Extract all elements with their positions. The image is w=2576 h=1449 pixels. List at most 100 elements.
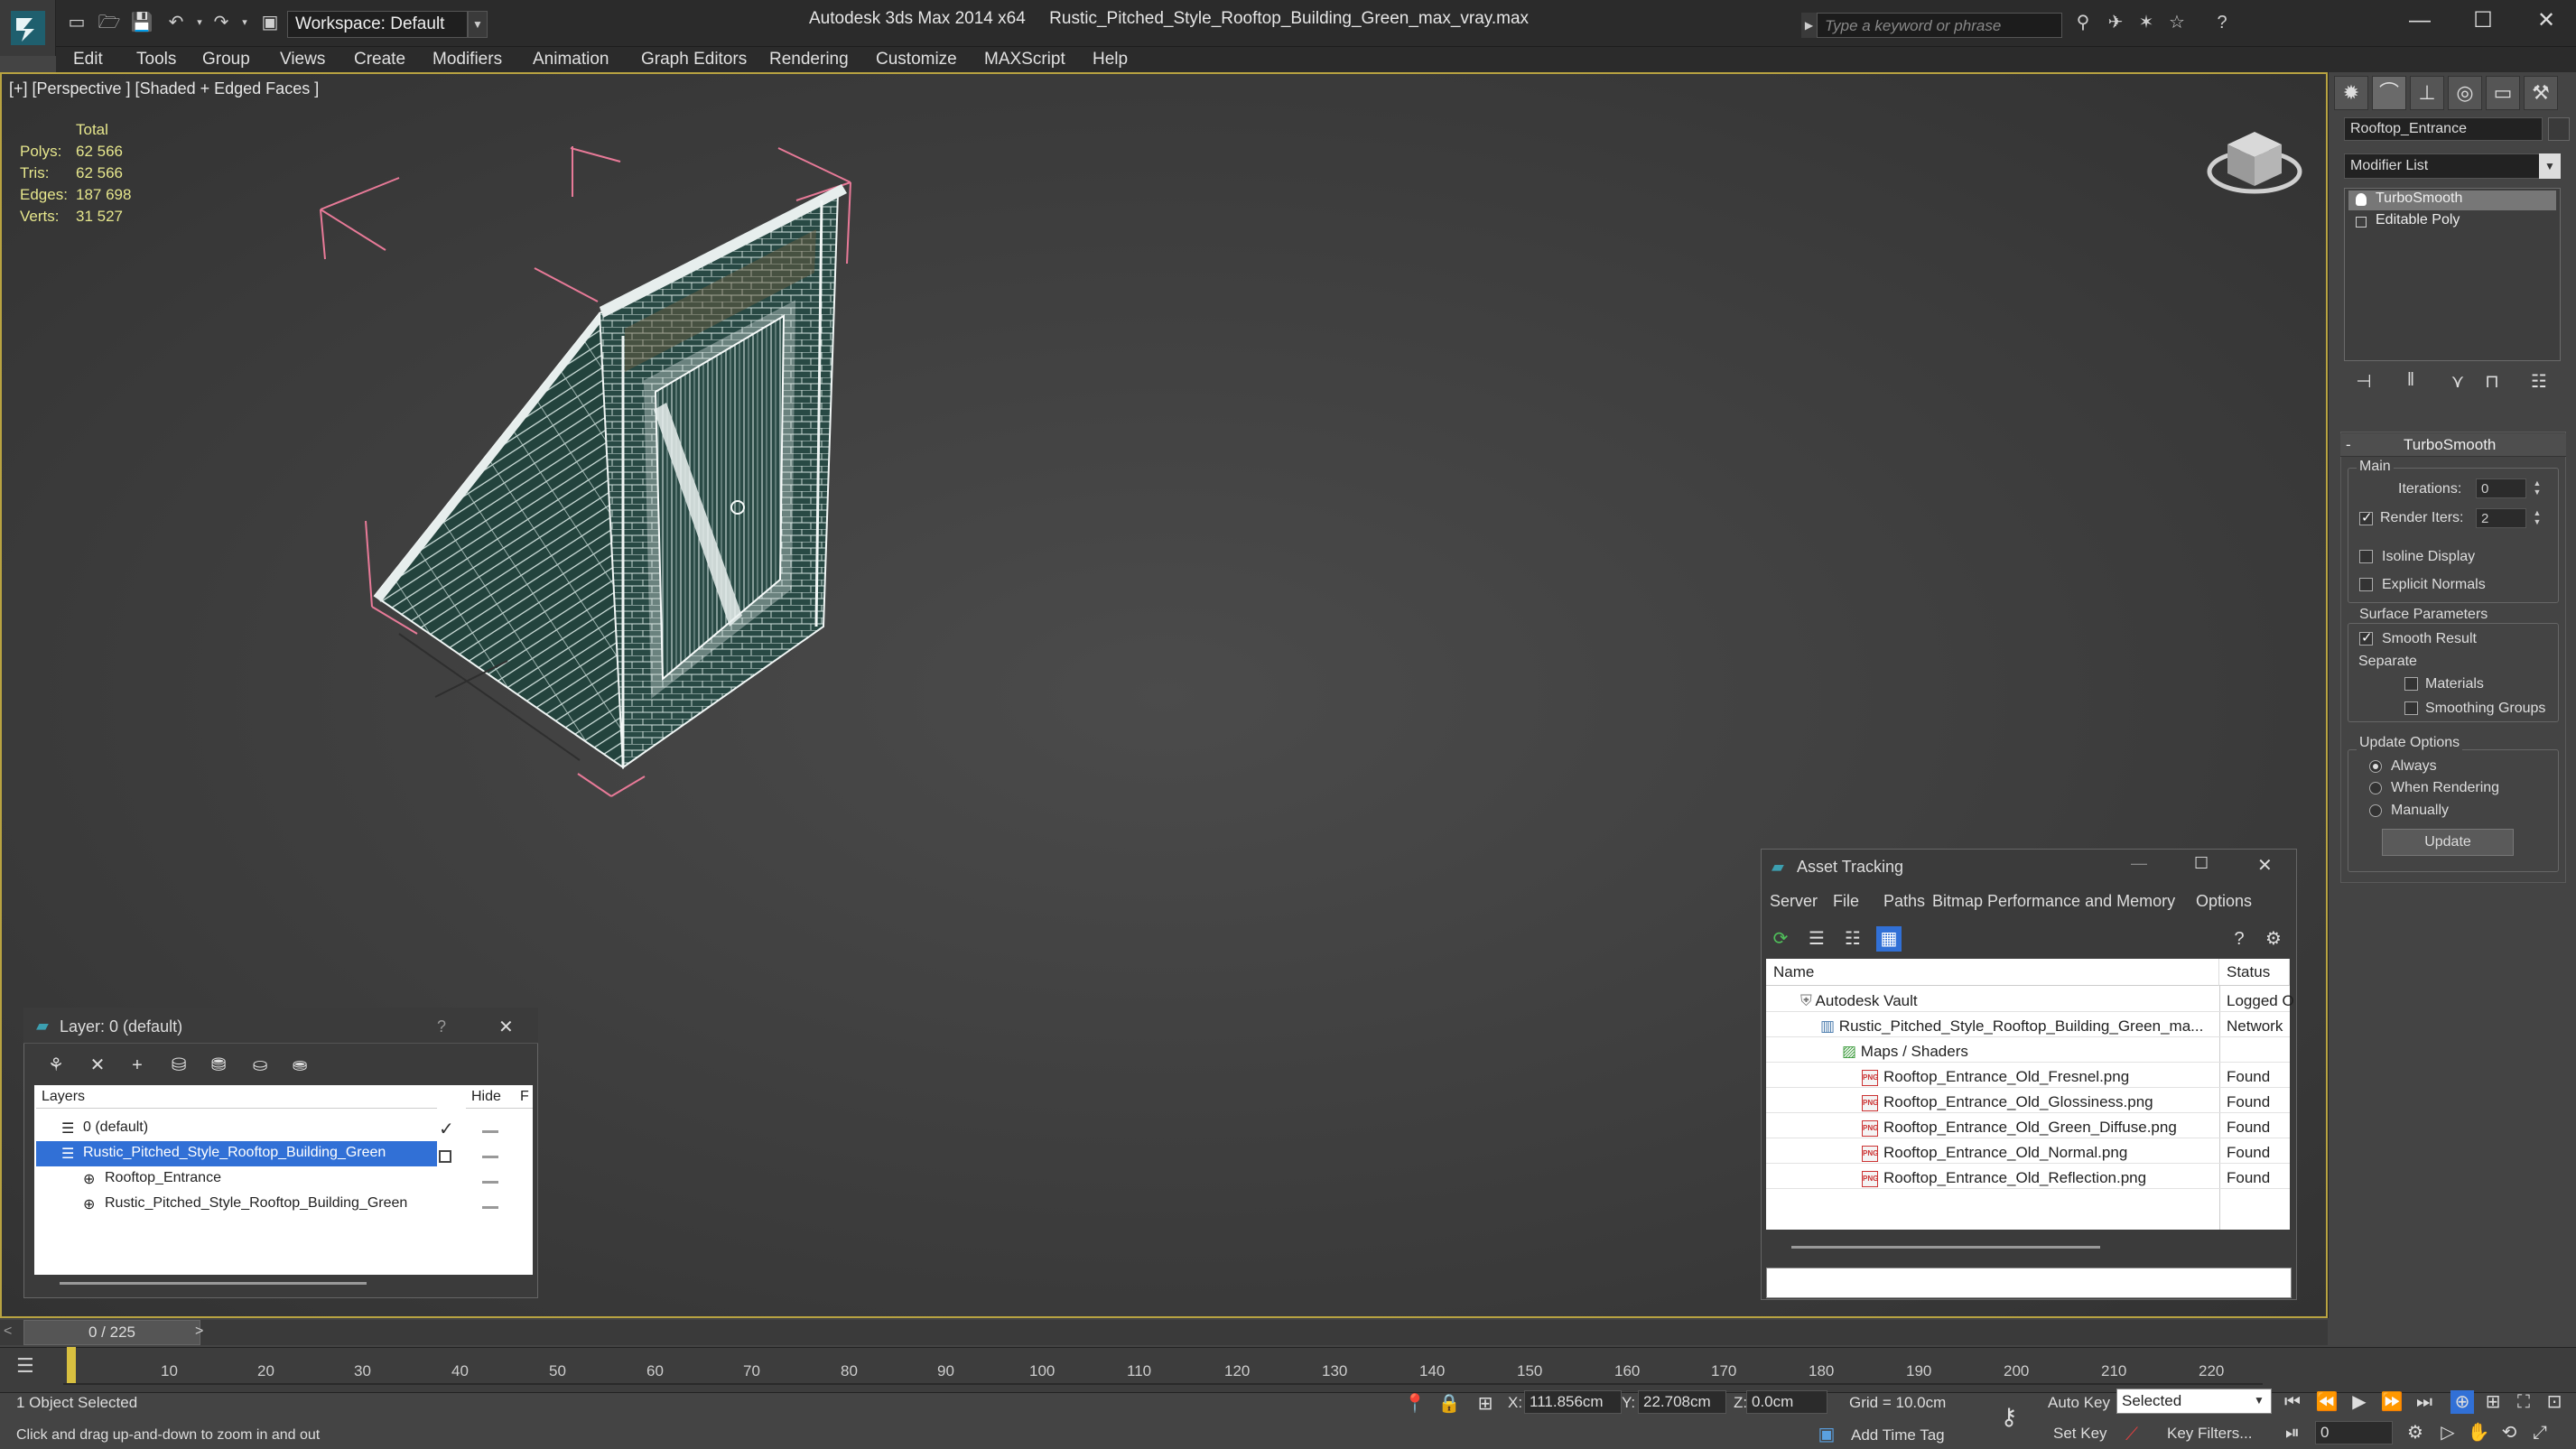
layer-row[interactable]: ☰ 0 (default) (36, 1116, 437, 1141)
go-to-start-icon[interactable]: ⏮ (2281, 1390, 2304, 1414)
open-file-icon[interactable]: 🗁 (98, 13, 121, 33)
menu-customize[interactable]: Customize (876, 50, 957, 70)
menu-modifiers[interactable]: Modifiers (432, 50, 502, 70)
hide-all-layers-icon[interactable]: ⛀ (247, 1053, 273, 1078)
menu-help[interactable]: Help (1093, 50, 1128, 70)
asset-row-file[interactable]: PNG Rooftop_Entrance_Old_Glossiness.png (1862, 1093, 2153, 1119)
binoculars-icon[interactable]: ⚲ (2071, 13, 2095, 33)
iterations-spinner-arrows-icon[interactable]: ▲ ▼ (2532, 478, 2543, 498)
asset-path-field[interactable] (1766, 1268, 2292, 1298)
minimize-icon[interactable]: — (2393, 5, 2447, 36)
layers-column-header[interactable]: Layers (36, 1085, 437, 1109)
previous-frame-icon[interactable]: ⏪ (2315, 1390, 2339, 1414)
grid-view-icon[interactable]: ▦ (1876, 926, 1902, 952)
display-tab-icon[interactable]: ▭ (2486, 76, 2520, 110)
render-iters-spinner-arrows-icon[interactable]: ▲ ▼ (2532, 508, 2543, 528)
new-file-icon[interactable]: ▭ (65, 13, 88, 33)
redo-dropdown-icon[interactable]: ▾ (233, 13, 256, 33)
stack-item-editable-poly[interactable]: Editable Poly (2348, 212, 2556, 232)
undo-icon[interactable]: ↶ (164, 13, 188, 33)
asset-menu-options[interactable]: Options (2196, 892, 2252, 911)
app-menu-button[interactable] (0, 0, 56, 56)
utilities-tab-icon[interactable]: ⚒ (2524, 76, 2558, 110)
selection-lock-icon[interactable]: 🔒 (1437, 1392, 1461, 1416)
separate-smoothing-groups-checkbox[interactable] (2404, 701, 2418, 715)
update-when-rendering-radio[interactable] (2369, 782, 2382, 794)
iterations-spinner[interactable]: 0 (2476, 478, 2526, 498)
set-key-button[interactable]: Set Key (2053, 1425, 2107, 1443)
time-tag-icon[interactable]: ▣ (1815, 1423, 1838, 1446)
communication-icon[interactable]: ✶ (2134, 13, 2158, 33)
layer-dialog-close-icon[interactable]: ✕ (498, 1016, 514, 1038)
time-prev-icon[interactable]: < (4, 1324, 12, 1340)
create-tab-icon[interactable]: ✹ (2334, 76, 2368, 110)
menu-create[interactable]: Create (354, 50, 405, 70)
menu-group[interactable]: Group (202, 50, 250, 70)
maximize-icon[interactable]: ☐ (2456, 5, 2510, 36)
subscription-icon[interactable]: ✈ (2104, 13, 2127, 33)
y-coord-field[interactable]: 22.708cm (1638, 1390, 1726, 1414)
asset-row-file[interactable]: PNG Rooftop_Entrance_Old_Normal.png (1862, 1144, 2127, 1169)
zoom-icon[interactable]: ⊕ (2450, 1390, 2474, 1414)
refresh-icon[interactable]: ⟳ (1768, 926, 1793, 952)
key-filters-button[interactable]: Key Filters... (2167, 1425, 2252, 1443)
menu-tools[interactable]: Tools (136, 50, 176, 70)
asset-help-icon[interactable]: ? (2227, 926, 2252, 952)
delete-layer-icon[interactable]: ✕ (85, 1053, 110, 1078)
separate-materials-checkbox[interactable] (2404, 677, 2418, 691)
collapse-rollout-icon[interactable]: - (2346, 436, 2351, 454)
freeze-column-header[interactable]: F (515, 1085, 533, 1109)
layer-horizontal-scrollbar[interactable] (60, 1282, 367, 1285)
stack-item-turbosmooth[interactable]: TurboSmooth (2348, 190, 2556, 210)
isolate-selection-icon[interactable]: 📍 (1403, 1392, 1427, 1416)
asset-row-maps-shaders[interactable]: ▨ Maps / Shaders (1842, 1043, 1968, 1068)
time-cursor[interactable] (67, 1347, 76, 1383)
next-frame-icon[interactable]: ⏩ (2380, 1390, 2404, 1414)
set-current-layer-box[interactable] (439, 1150, 451, 1163)
hide-toggle[interactable] (482, 1206, 498, 1209)
maximize-viewport-icon[interactable]: ⤢ (2528, 1421, 2552, 1444)
menu-animation[interactable]: Animation (533, 50, 609, 70)
auto-key-button[interactable]: Auto Key (2048, 1394, 2110, 1412)
search-expand-icon[interactable]: ▶ (1801, 13, 1817, 38)
asset-menu-bitmap-performance[interactable]: Bitmap Performance and Memory (1932, 892, 2175, 911)
play-icon[interactable]: ▶ (2348, 1390, 2371, 1414)
active-layer-check-icon[interactable]: ✓ (439, 1118, 454, 1140)
modifier-list-dropdown[interactable]: Modifier List (2344, 153, 2553, 179)
set-key-mode-key-icon[interactable]: ⚷ (1997, 1405, 2021, 1428)
menu-rendering[interactable]: Rendering (769, 50, 849, 70)
hide-toggle[interactable] (482, 1181, 498, 1184)
workspace-dropdown[interactable]: Workspace: Default (287, 11, 468, 38)
asset-row-file[interactable]: PNG Rooftop_Entrance_Old_Green_Diffuse.pn… (1862, 1119, 2177, 1144)
help-icon[interactable]: ? (2210, 13, 2234, 33)
save-icon[interactable]: 💾 (130, 13, 153, 33)
remove-modifier-icon[interactable]: ⊓ (2479, 370, 2505, 395)
object-color-swatch[interactable] (2548, 117, 2570, 141)
key-selection-dropdown[interactable]: Selected (2116, 1389, 2272, 1414)
layer-row[interactable]: ⊕ Rustic_Pitched_Style_Rooftop_Building_… (36, 1192, 437, 1217)
asset-menu-paths[interactable]: Paths (1883, 892, 1925, 911)
modifier-on-bulb-icon[interactable] (2356, 193, 2367, 206)
freeze-all-layers-icon[interactable]: ⛂ (287, 1053, 312, 1078)
show-end-result-icon[interactable]: ‖ (2398, 370, 2423, 395)
update-button[interactable]: Update (2382, 829, 2514, 856)
viewcube-icon[interactable] (2205, 116, 2304, 206)
modify-tab-icon[interactable]: ⌒ (2372, 76, 2406, 110)
render-iters-spinner[interactable]: 2 (2476, 508, 2526, 528)
time-configuration-icon[interactable]: ⚙ (2404, 1421, 2427, 1444)
pin-stack-icon[interactable]: ⊣ (2351, 370, 2376, 395)
asset-minimize-icon[interactable]: — (2131, 854, 2147, 873)
absolute-offset-mode-icon[interactable]: ⊞ (1474, 1392, 1497, 1416)
asset-menu-server[interactable]: Server (1770, 892, 1818, 911)
z-coord-field[interactable]: 0.0cm (1746, 1390, 1827, 1414)
workspace-dropdown-arrow-icon[interactable]: ▼ (468, 11, 488, 38)
infocenter-search-input[interactable]: Type a keyword or phrase (1817, 13, 2062, 38)
x-coord-field[interactable]: 111.856cm (1524, 1390, 1622, 1414)
menu-views[interactable]: Views (280, 50, 325, 70)
update-always-radio[interactable] (2369, 760, 2382, 773)
asset-settings-icon[interactable]: ⚙ (2261, 926, 2286, 952)
time-slider-thumb[interactable]: 0 / 225 (23, 1320, 200, 1345)
asset-row-file[interactable]: PNG Rooftop_Entrance_Old_Reflection.png (1862, 1169, 2146, 1194)
explicit-normals-checkbox[interactable] (2359, 578, 2373, 591)
asset-row-scene[interactable]: ▥ Rustic_Pitched_Style_Rooftop_Building_… (1820, 1017, 2203, 1043)
